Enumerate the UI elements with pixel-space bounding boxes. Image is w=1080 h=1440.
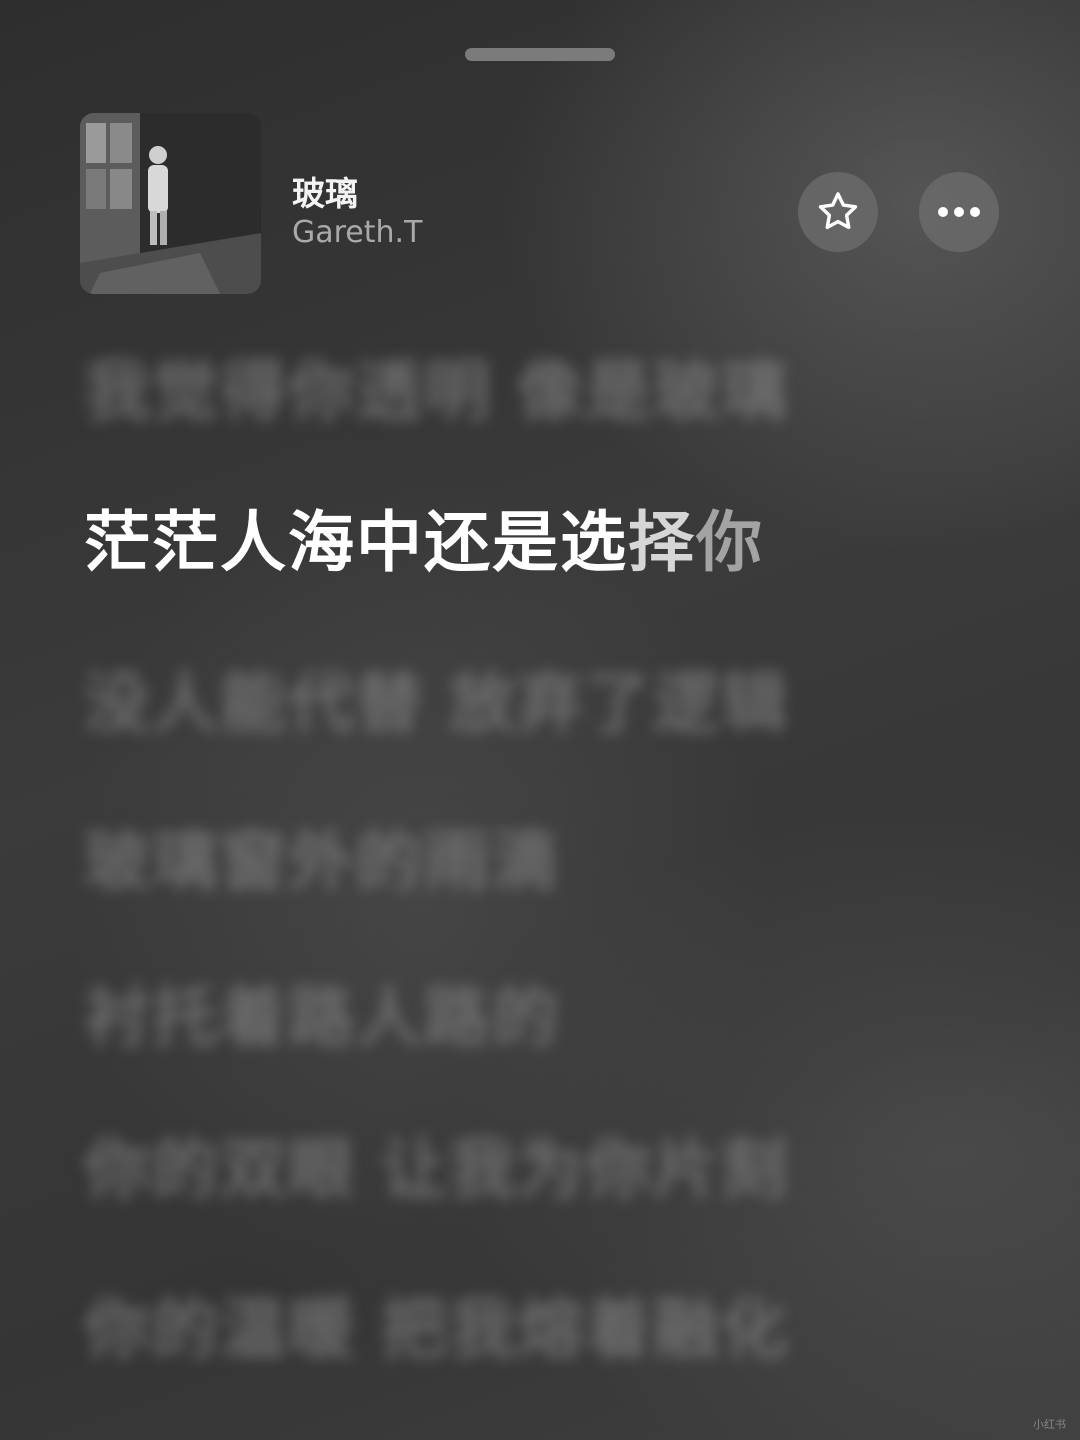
song-title: 玻璃 (292, 174, 358, 213)
artist-name[interactable]: Gareth.T (292, 213, 422, 253)
lyric-line-current[interactable]: 茫茫人海中还是选择你 (84, 503, 764, 583)
lyric-line-next[interactable]: 衬托着路人路的 (84, 978, 560, 1058)
lyric-current-unsung: 你 (696, 504, 764, 581)
album-artwork[interactable] (80, 113, 261, 294)
favorite-button[interactable] (798, 172, 878, 252)
lyric-line-next[interactable]: 玻璃窗外的雨滴 (84, 822, 560, 902)
lyric-current-partial: 择 (628, 504, 696, 581)
sheet-grabber-handle[interactable] (465, 48, 615, 61)
album-art-image (80, 113, 261, 294)
lyric-line-previous[interactable]: 我觉得你透明 像是玻璃 (84, 352, 789, 432)
more-options-button[interactable] (919, 172, 999, 252)
watermark-logo: 小红书 (1033, 1418, 1066, 1431)
ellipsis-icon (938, 207, 980, 217)
lyric-line-next[interactable]: 你的双眼 让我为你片刻 (84, 1130, 789, 1210)
star-icon (818, 192, 858, 230)
lyric-line-next[interactable]: 你的温暖 把我熔着融化 (84, 1290, 789, 1370)
lyric-line-next[interactable]: 没人能代替 放弃了逻辑 (84, 664, 789, 744)
lyric-current-sung: 茫茫人海中还是选 (84, 504, 628, 581)
